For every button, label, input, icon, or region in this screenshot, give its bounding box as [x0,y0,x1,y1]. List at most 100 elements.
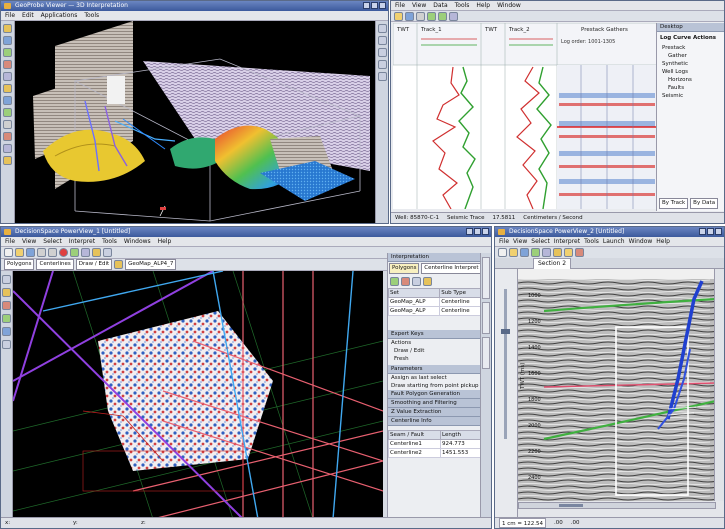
3d-scene-canvas[interactable] [15,21,376,224]
settings-icon[interactable] [103,248,112,257]
tab-section-2[interactable]: Section 2 [533,258,572,269]
close-button[interactable] [379,2,386,9]
maximize-button[interactable] [371,2,378,9]
reset-view-icon[interactable] [377,60,387,69]
pan-icon[interactable] [542,248,551,257]
tree-item-well-logs[interactable]: Well Logs [662,68,724,76]
open-icon[interactable] [509,248,518,257]
pencil-icon[interactable] [114,260,124,269]
menu-window[interactable]: Window [497,1,521,10]
menu-select[interactable]: Select [43,237,62,246]
select-tool-icon[interactable] [3,24,12,33]
draw-tool-icon[interactable] [2,288,11,297]
horizontal-scrollbar[interactable] [518,502,716,509]
tree-item-gather[interactable]: Gather [662,52,724,60]
menu-windows[interactable]: Windows [124,237,151,246]
new-icon[interactable] [498,248,507,257]
menu-data[interactable]: Data [433,1,447,10]
action-select[interactable]: Draw / Edit [75,259,113,270]
refresh-icon[interactable] [449,11,458,21]
side-tab-interpretation[interactable] [482,257,490,299]
by-track-button[interactable]: By Track [659,198,689,209]
menu-tools[interactable]: Tools [584,237,599,246]
zoom-out-icon[interactable] [438,11,447,21]
side-tab-inventory[interactable] [482,302,490,334]
print-icon[interactable] [416,11,425,21]
save-icon[interactable] [405,11,414,21]
panel-header-desktop[interactable]: Desktop [657,23,724,32]
slice-tool-icon[interactable] [3,72,12,81]
rotate-tool-icon[interactable] [3,36,12,45]
select-tool-icon[interactable] [2,275,11,284]
zoom-icon[interactable] [70,248,79,257]
open-icon[interactable] [15,248,24,257]
menu-help[interactable]: Help [656,237,670,246]
erase-tool-icon[interactable] [2,301,11,310]
well-tool-icon[interactable] [3,108,12,117]
section-centerline-info[interactable]: Centerline Info [388,417,482,426]
home-view-icon[interactable] [377,72,387,81]
fault-tool-icon[interactable] [3,96,12,105]
radio-draw-edit[interactable]: Draw / Edit [388,347,482,355]
zoom-slider-track[interactable] [504,289,507,439]
save-icon[interactable] [520,248,529,257]
menu-interpret[interactable]: Interpret [69,237,95,246]
table-row[interactable]: GeoMap_ALP Centerline [388,306,482,316]
probe-cube[interactable] [107,76,125,104]
info-tool-icon[interactable] [2,340,11,349]
tree-item-synthetic[interactable]: Synthetic [662,60,724,68]
mode-select[interactable]: Polygons [4,259,35,270]
view-front-icon[interactable] [377,36,387,45]
close-button[interactable] [715,228,722,235]
window-title-bar[interactable]: DecisionSpace PowerView_1 [Untitled] [1,227,491,237]
menu-file[interactable]: File [5,11,15,20]
menu-help[interactable]: Help [158,237,172,246]
seismic-section-canvas[interactable]: TWT (ms) 1000 1200 1400 1600 1800 2000 2… [518,269,716,501]
zoom-in-icon[interactable] [427,11,436,21]
star-icon[interactable] [564,248,573,257]
tab-polygons[interactable]: Polygons [389,263,420,274]
window-title-bar[interactable]: DecisionSpace PowerView_2 [Untitled] [495,227,724,237]
view-side-icon[interactable] [377,48,387,57]
side-tab-selection[interactable] [482,337,490,369]
pan-tool-icon[interactable] [3,60,12,69]
zoom-tool-icon[interactable] [2,314,11,323]
light-tool-icon[interactable] [3,120,12,129]
menu-window[interactable]: Window [629,237,653,246]
menu-file[interactable]: File [5,237,15,246]
close-button[interactable] [482,228,489,235]
copy-icon[interactable] [412,277,421,286]
menu-tools[interactable]: Tools [84,11,99,20]
section-fault-polygon[interactable]: Fault Polygon Generation [388,390,482,399]
section-z-value[interactable]: Z Value Extraction [388,408,482,417]
table-row[interactable]: GeoMap_ALP Centerline [388,297,482,307]
checkbox-draw-from-point[interactable]: Draw starting from point pickup [388,382,482,390]
layer-select[interactable]: GeoMap_ALP4_7 [125,259,177,270]
menu-view[interactable]: View [513,237,527,246]
maximize-button[interactable] [707,228,714,235]
horizon-tool-icon[interactable] [3,84,12,93]
map-view-canvas[interactable] [13,271,383,519]
delete-icon[interactable] [401,277,410,286]
menu-help[interactable]: Help [476,1,490,10]
tree-item-prestack[interactable]: Prestack [662,44,724,52]
menu-edit[interactable]: Edit [22,11,34,20]
menu-tools[interactable]: Tools [455,1,470,10]
new-icon[interactable] [4,248,13,257]
measure-icon[interactable] [92,248,101,257]
pan-icon[interactable] [81,248,90,257]
section-parameters[interactable]: Parameters [388,365,482,374]
radio-fresh[interactable]: Fresh [388,355,482,363]
checkbox-assign-last[interactable]: Assign as last select [388,374,482,382]
camera-tool-icon[interactable] [3,132,12,141]
undo-icon[interactable] [37,248,46,257]
redo-icon[interactable] [48,248,57,257]
color-icon[interactable] [423,277,432,286]
save-icon[interactable] [26,248,35,257]
tree-item-horizons[interactable]: Horizons [662,76,724,84]
type-select[interactable]: Centerlines [36,259,74,270]
minimize-button[interactable] [699,228,706,235]
zoom-icon[interactable] [531,248,540,257]
scrollbar-thumb[interactable] [559,504,583,507]
table-row[interactable]: Centerline2 1451.553 [388,448,482,458]
